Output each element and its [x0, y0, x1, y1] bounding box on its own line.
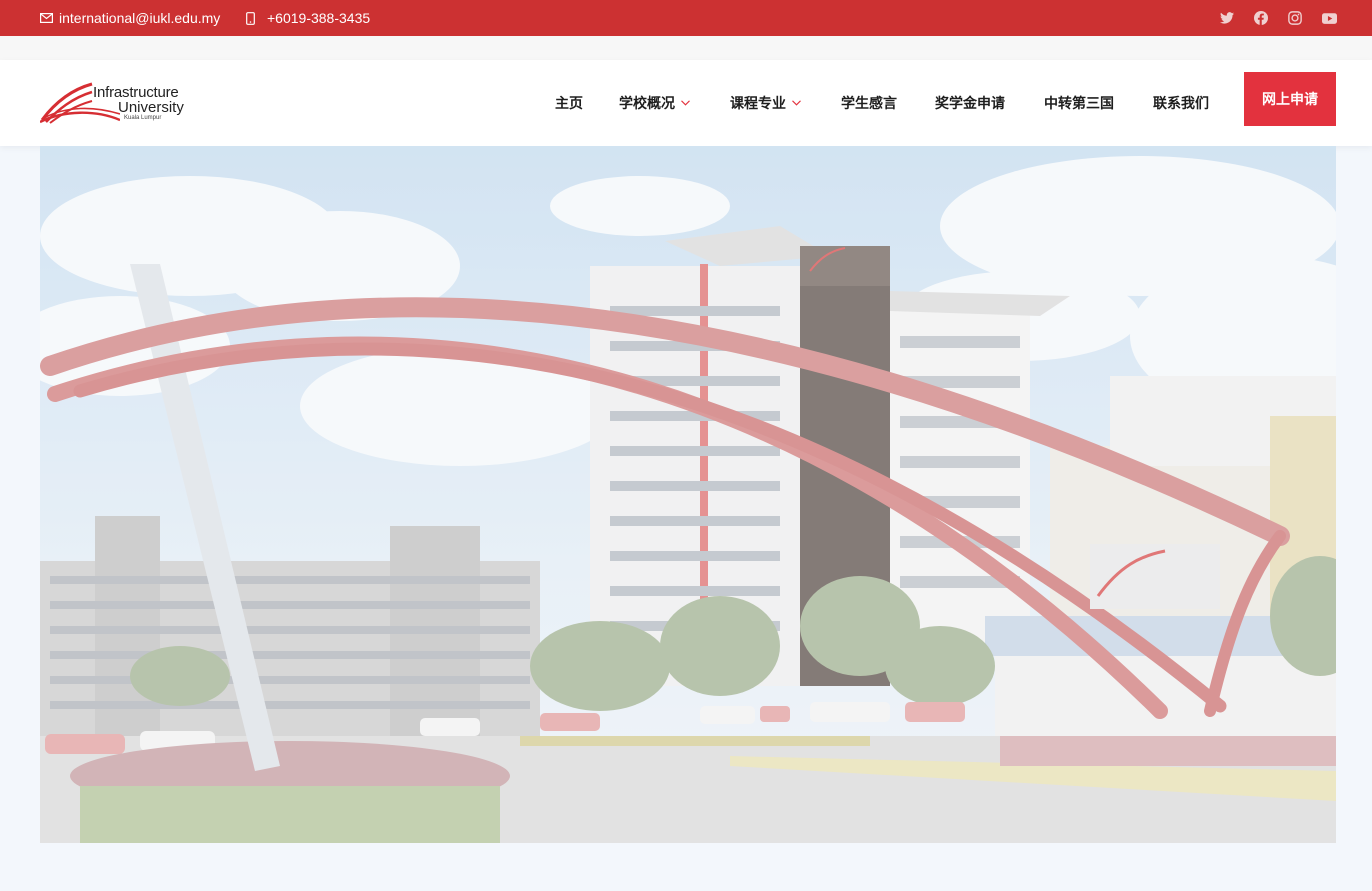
phone-link[interactable]: +6019-388-3435	[246, 0, 370, 36]
nav-item-home[interactable]: 主页	[555, 60, 583, 146]
chevron-down-icon	[681, 100, 690, 106]
instagram-icon[interactable]	[1285, 0, 1305, 36]
university-logo[interactable]: Infrastructure University Kuala Lumpur	[40, 82, 200, 126]
facebook-icon[interactable]	[1251, 0, 1271, 36]
nav-item-programs[interactable]: 课程专业	[730, 60, 801, 146]
nav-item-testimonials[interactable]: 学生感言	[841, 60, 897, 146]
mobile-phone-icon	[246, 11, 255, 25]
apply-online-button[interactable]: 网上申请	[1244, 72, 1336, 126]
nav-item-transfer[interactable]: 中转第三国	[1044, 60, 1114, 146]
nav-item-scholarship[interactable]: 奖学金申请	[935, 60, 1005, 146]
nav-transfer-label: 中转第三国	[1044, 96, 1114, 112]
nav-about-label: 学校概况	[619, 96, 675, 112]
envelope-icon	[40, 13, 53, 23]
top-bar: international@iukl.edu.my +6019-388-3435	[0, 0, 1372, 36]
email-link[interactable]: international@iukl.edu.my	[40, 0, 220, 36]
nav-testimonials-label: 学生感言	[841, 96, 897, 112]
email-text: international@iukl.edu.my	[59, 10, 221, 26]
nav-home-label: 主页	[555, 96, 583, 112]
nav-item-contact[interactable]: 联系我们	[1153, 60, 1209, 146]
hero-banner-image	[40, 146, 1336, 843]
nav-contact-label: 联系我们	[1153, 96, 1209, 112]
logo-text-line2: University	[118, 99, 184, 116]
nav-scholarship-label: 奖学金申请	[935, 96, 1005, 112]
header-spacer	[0, 36, 1372, 60]
phone-text: +6019-388-3435	[267, 10, 371, 26]
logo-text-line3: Kuala Lumpur	[124, 115, 162, 121]
nav-programs-label: 课程专业	[730, 96, 786, 112]
youtube-icon[interactable]	[1319, 0, 1339, 36]
chevron-down-icon	[792, 100, 801, 106]
site-header: Infrastructure University Kuala Lumpur 主…	[0, 60, 1372, 146]
nav-item-about[interactable]: 学校概况	[619, 60, 690, 146]
twitter-icon[interactable]	[1217, 0, 1237, 36]
